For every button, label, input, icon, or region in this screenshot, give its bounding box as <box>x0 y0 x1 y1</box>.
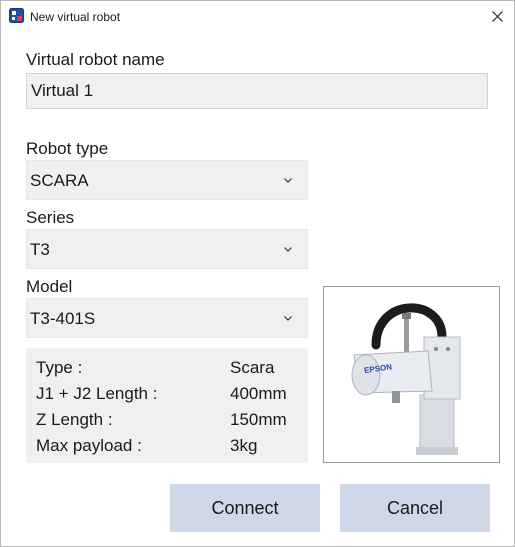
robot-type-dropdown[interactable]: SCARA <box>26 160 308 200</box>
chevron-down-icon <box>284 247 292 252</box>
title-bar: New virtual robot <box>1 1 514 31</box>
robot-name-input[interactable]: Virtual 1 <box>26 73 488 109</box>
series-dropdown[interactable]: T3 <box>26 229 308 269</box>
window-title: New virtual robot <box>30 10 121 24</box>
robot-image: EPSON <box>323 286 500 463</box>
robot-type-label: Robot type <box>26 139 109 158</box>
robot-app-icon <box>9 8 24 23</box>
chevron-down-icon <box>284 316 292 321</box>
spec-j1j2-length-value: 400mm <box>230 384 287 403</box>
spec-z-length-label: Z Length : <box>36 410 113 429</box>
spec-type-label: Type : <box>36 358 83 377</box>
chevron-down-icon <box>284 178 292 183</box>
scara-robot-illustration: EPSON <box>351 303 461 455</box>
model-value: T3-401S <box>30 309 96 328</box>
spec-max-payload-value: 3kg <box>230 436 258 455</box>
close-icon <box>491 10 503 22</box>
close-button[interactable] <box>480 1 514 31</box>
spec-max-payload-label: Max payload : <box>36 436 142 455</box>
model-dropdown[interactable]: T3-401S <box>26 298 308 338</box>
model-label: Model <box>26 277 73 296</box>
new-virtual-robot-dialog: New virtual robot Virtual robot name Vir… <box>0 0 515 547</box>
spec-type-value: Scara <box>230 358 275 377</box>
robot-type-value: SCARA <box>30 171 89 190</box>
series-value: T3 <box>30 240 50 259</box>
series-label: Series <box>26 208 75 227</box>
spec-z-length-value: 150mm <box>230 410 287 429</box>
spec-j1j2-length-label: J1 + J2 Length : <box>36 384 158 403</box>
cancel-button[interactable]: Cancel <box>340 484 490 532</box>
connect-button[interactable]: Connect <box>170 484 320 532</box>
robot-name-label: Virtual robot name <box>26 50 165 69</box>
robot-specs-panel: Type : Scara J1 + J2 Length : 400mm Z Le… <box>26 348 308 463</box>
